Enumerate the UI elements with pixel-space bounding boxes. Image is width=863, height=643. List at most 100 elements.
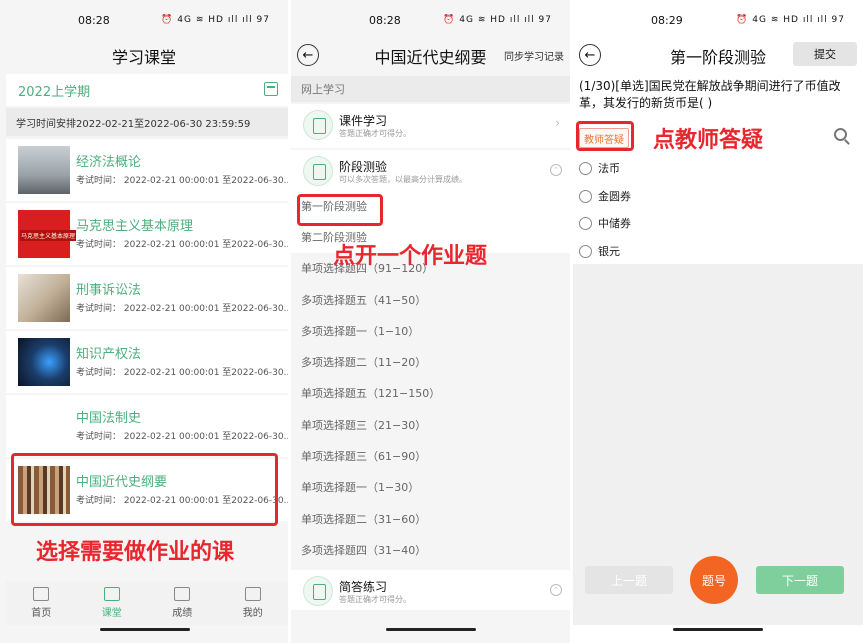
home-icon — [33, 587, 50, 601]
bottom-tab-bar: 首页 课堂 成绩 我的 — [6, 581, 288, 625]
home-indicator — [100, 628, 190, 631]
highlight-box — [11, 453, 278, 526]
status-time: 08:28 — [369, 13, 401, 27]
status-icons: ⏰ 4G ≋ HD ıll ıll 97 — [736, 15, 845, 25]
list-item[interactable]: 单项选择题三（21−30） — [291, 409, 570, 441]
status-icons: ⏰ 4G ≋ HD ıll ıll 97 — [443, 15, 552, 25]
option-c[interactable]: 中储券 — [579, 213, 631, 233]
option-label: 金圆券 — [598, 190, 631, 203]
search-icon[interactable] — [834, 128, 847, 141]
course-item[interactable]: 马克思主义基本原理 马克思主义基本原理 考试时间： 2022-02-21 00:… — [6, 203, 288, 265]
tab-home[interactable]: 首页 — [6, 581, 77, 625]
page-title: 学习课堂 — [111, 48, 176, 67]
module-stage-test[interactable]: 阶段测验 可以多次答题，以最高分计算成绩。 ⌃ — [291, 150, 570, 190]
course-name: 中国法制史 — [76, 411, 142, 426]
section-header: 网上学习 — [291, 76, 570, 102]
course-item[interactable]: 刑事诉讼法 考试时间： 2022-02-21 00:00:01 至2022-06… — [6, 267, 288, 329]
radio-icon[interactable] — [579, 244, 592, 258]
chevron-up-icon[interactable]: ⌃ — [550, 584, 562, 596]
highlight-box — [297, 194, 383, 226]
radio-icon[interactable] — [579, 189, 592, 203]
tab-classroom[interactable]: 课堂 — [77, 581, 148, 625]
short-answer-icon — [303, 576, 333, 606]
status-bar: 08:29 ⏰ 4G ≋ HD ıll ıll 97 — [573, 0, 863, 40]
annotation-text: 点开一个作业题 — [333, 244, 488, 269]
radio-icon[interactable] — [579, 161, 592, 175]
module-subtitle: 可以多次答题，以最高分计算成绩。 — [339, 175, 467, 184]
option-b[interactable]: 金圆券 — [579, 186, 631, 206]
course-list-screen: 08:28 ⏰ 4G ≋ HD ıll ıll 97 学习课堂 2022上学期 … — [0, 0, 288, 643]
list-item[interactable]: 多项选择题五（41−50） — [291, 283, 570, 316]
user-icon — [244, 587, 261, 601]
study-schedule: 学习时间安排2022-02-21至2022-06-30 23:59:59 — [6, 108, 288, 136]
tab-scores[interactable]: 成绩 — [147, 581, 218, 625]
title-text: 中国近代史纲要 — [374, 48, 487, 67]
question-number-button[interactable]: 题号 — [690, 556, 738, 604]
home-indicator — [673, 628, 763, 631]
course-detail-screen: 08:28 ⏰ 4G ≋ HD ıll ıll 97 ← 中国近代史纲要 同步学… — [291, 0, 570, 643]
tab-profile[interactable]: 我的 — [218, 581, 289, 625]
home-indicator — [386, 628, 476, 631]
module-title: 课件学习 — [339, 114, 388, 128]
list-item[interactable]: 单项选择题一（1−30） — [291, 471, 570, 503]
course-time: 考试时间： 2022-02-21 00:00:01 至2022-06-30... — [76, 240, 288, 250]
option-a[interactable]: 法币 — [579, 158, 620, 178]
tab-label: 成绩 — [172, 608, 193, 619]
status-time: 08:29 — [651, 13, 683, 27]
course-time: 考试时间： 2022-02-21 00:00:01 至2022-06-30... — [76, 176, 288, 186]
radio-icon[interactable] — [579, 216, 592, 230]
tab-label: 首页 — [31, 608, 52, 619]
list-item[interactable]: 多项选择题四（31−40） — [291, 534, 570, 566]
prev-question-button[interactable]: 上一题 — [585, 566, 673, 594]
module-title: 简答练习 — [339, 580, 388, 594]
status-time: 08:28 — [78, 13, 110, 27]
list-item[interactable]: 多项选择题二（11−20） — [291, 346, 570, 378]
chevron-right-icon: › — [555, 116, 560, 130]
quiz-screen: 08:29 ⏰ 4G ≋ HD ıll ıll 97 ← 第一阶段测验 提交 (… — [573, 0, 863, 643]
course-item[interactable]: 中国法制史 考试时间： 2022-02-21 00:00:01 至2022-06… — [6, 395, 288, 457]
course-name: 刑事诉讼法 — [76, 283, 142, 298]
submit-button[interactable]: 提交 — [793, 42, 857, 66]
calendar-icon[interactable] — [264, 82, 278, 96]
tab-label: 课堂 — [101, 608, 122, 619]
term-selector[interactable]: 2022上学期 — [6, 74, 288, 106]
course-time: 考试时间： 2022-02-21 00:00:01 至2022-06-30... — [76, 368, 288, 378]
course-thumbnail — [18, 338, 70, 386]
list-item[interactable]: 单项选择题二（31−60） — [291, 502, 570, 535]
next-question-button[interactable]: 下一题 — [756, 566, 844, 594]
course-thumbnail — [18, 274, 70, 322]
tab-label: 我的 — [242, 608, 263, 619]
option-label: 法币 — [598, 162, 620, 175]
module-subtitle: 答题正确才可得分。 — [339, 595, 411, 604]
module-subtitle: 答题正确才可得分。 — [339, 129, 411, 138]
sync-record-link[interactable]: 同步学习记录 — [504, 48, 564, 63]
list-item[interactable]: 单项选择题五（121−150） — [291, 377, 570, 410]
thumbnail-caption: 马克思主义基本原理 — [20, 230, 77, 241]
list-item[interactable]: 多项选择题一（1−10） — [291, 315, 570, 347]
option-d[interactable]: 银元 — [579, 241, 620, 261]
highlight-box — [576, 121, 634, 151]
course-item[interactable]: 知识产权法 考试时间： 2022-02-21 00:00:01 至2022-06… — [6, 331, 288, 393]
back-arrow-icon[interactable]: ← — [579, 44, 601, 66]
course-name: 知识产权法 — [76, 347, 142, 362]
test-icon — [303, 156, 333, 186]
status-bar: 08:28 ⏰ 4G ≋ HD ıll ıll 97 — [291, 0, 570, 40]
report-icon — [174, 587, 191, 601]
term-label: 2022上学期 — [18, 84, 91, 100]
status-bar: 08:28 ⏰ 4G ≋ HD ıll ıll 97 — [0, 0, 288, 40]
module-courseware[interactable]: 课件学习 答题正确才可得分。 › — [291, 104, 570, 148]
course-thumbnail — [18, 146, 70, 194]
course-thumbnail: 马克思主义基本原理 — [18, 210, 77, 258]
option-label: 中储券 — [598, 217, 631, 230]
course-time: 考试时间： 2022-02-21 00:00:01 至2022-06-30... — [76, 304, 288, 314]
question-text: (1/30)[单选]国民党在解放战争期间进行了币值改革，其发行的新货币是( ) — [579, 79, 841, 110]
chevron-up-icon[interactable]: ⌃ — [550, 164, 562, 176]
back-arrow-icon[interactable]: ← — [297, 44, 319, 66]
module-short-answer[interactable]: 简答练习 答题正确才可得分。 ⌃ — [291, 570, 570, 610]
list-item[interactable]: 单项选择题三（61−90） — [291, 440, 570, 472]
option-label: 银元 — [598, 245, 620, 258]
annotation-text: 点教师答疑 — [653, 128, 764, 153]
course-name: 马克思主义基本原理 — [76, 219, 194, 234]
course-name: 经济法概论 — [76, 155, 142, 170]
course-item[interactable]: 经济法概论 考试时间： 2022-02-21 00:00:01 至2022-06… — [6, 139, 288, 201]
